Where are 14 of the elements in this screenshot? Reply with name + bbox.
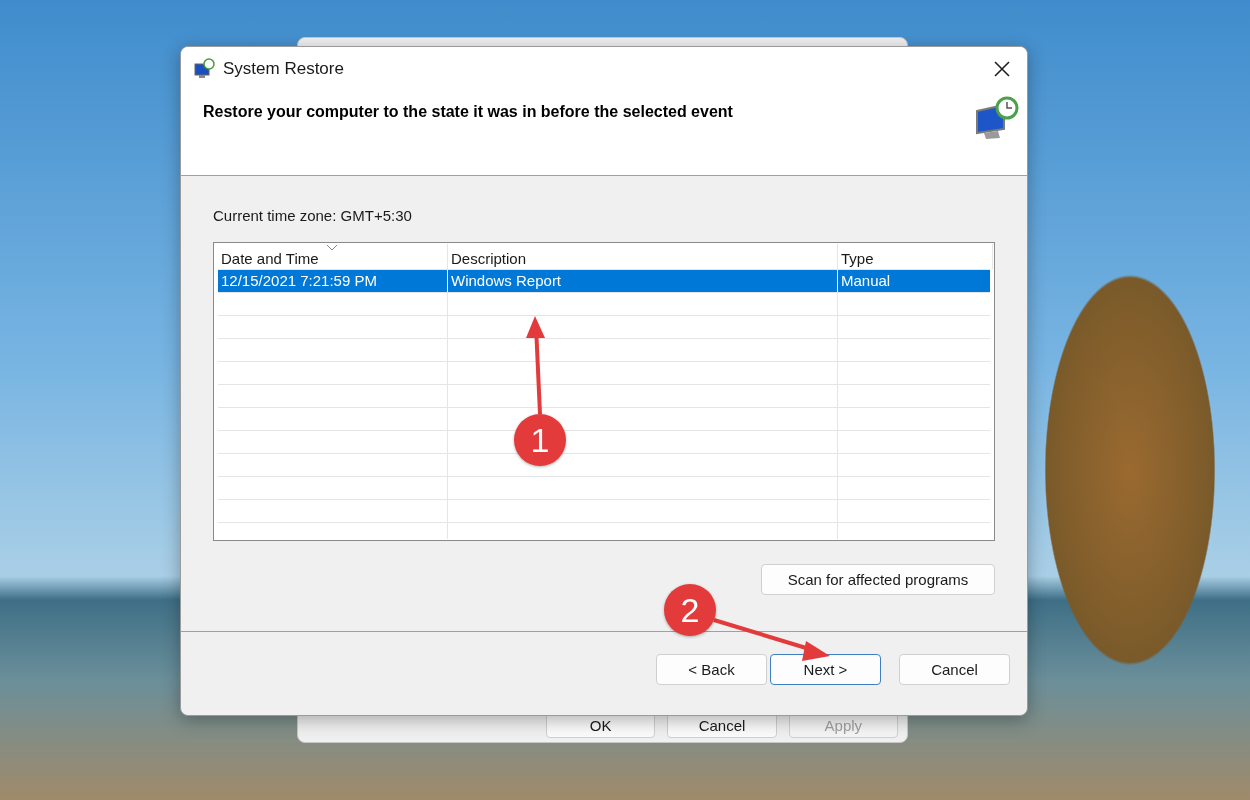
column-header[interactable]: Description [448,243,838,269]
table-row[interactable]: 12/15/2021 7:21:59 PM Windows Report Manual [218,269,990,292]
window-title: System Restore [223,59,344,79]
system-restore-icon [193,58,215,80]
dialog-button[interactable]: Next > [770,653,881,685]
scan-button[interactable]: Scan for affected programs [761,563,995,595]
dialog-button[interactable]: < Back [656,653,767,685]
dialog-heading: Restore your computer to the state it was in before the selected event [203,103,733,121]
time-zone-label: Current time zone: GMT+5:30 [213,206,412,224]
column-header[interactable]: Date and Time [218,243,448,269]
column-header[interactable]: Type [838,243,993,269]
close-icon[interactable] [993,60,1011,78]
monitor-clock-icon [974,95,1020,141]
dialog-button[interactable]: Cancel [899,653,1010,685]
